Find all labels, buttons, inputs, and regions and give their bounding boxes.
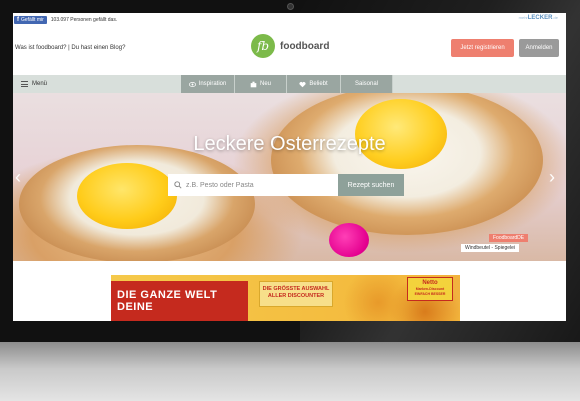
image-source-badge[interactable]: FoodboardDE [489,234,529,242]
facebook-icon: f [17,17,19,23]
hero-banner: ‹ › Leckere Osterrezepte z.B. Pesto oder… [13,93,566,261]
ad-area: DIE GANZE WELT DEINE DIE GRÖSSTE AUSWAHL… [13,261,566,321]
hero-easter-egg [329,223,369,257]
eye-icon [188,81,196,87]
login-button[interactable]: Anmelden [519,39,559,57]
partner-prefix: mehr [518,15,528,20]
hamburger-icon [21,81,28,87]
search-input[interactable]: z.B. Pesto oder Pasta [168,174,338,196]
desk-reflection [0,342,580,401]
partner-name: LECKER [527,15,553,21]
facebook-bar: f Gefällt mir 103.097 Personen gefällt d… [13,13,566,27]
carousel-next-icon[interactable]: › [549,167,555,188]
camera-icon [287,3,294,10]
netto-logo: Netto Marken-Discount EINFACH BESSER [407,277,453,301]
menu-button[interactable]: Menü [21,75,47,93]
ad-middle-text: DIE GRÖSSTE AUSWAHL ALLER DISCOUNTER [259,281,333,307]
header-links[interactable]: Was ist foodboard? | Du hast einen Blog? [15,45,125,51]
main-nav: Menü Inspiration Neu Beliebt Saisonal [13,75,566,93]
partner-suffix: .de [552,15,558,20]
netto-tag: EINFACH BESSER [414,292,446,296]
logo-mark-icon: fb [251,34,275,58]
device-photo: f Gefällt mir 103.097 Personen gefällt d… [0,0,580,401]
menu-label: Menü [32,81,48,87]
search-button[interactable]: Rezept suchen [338,174,404,196]
ad-headline-line1: DIE GANZE WELT [117,289,218,301]
register-button[interactable]: Jetzt registrieren [451,39,514,57]
search-placeholder: z.B. Pesto oder Pasta [186,181,254,189]
advertisement-banner[interactable]: DIE GANZE WELT DEINE DIE GRÖSSTE AUSWAHL… [111,275,460,321]
tab-label: Saisonal [354,81,378,87]
tab-label: Inspiration [198,81,227,87]
facebook-like-button[interactable]: f Gefällt mir [14,16,47,24]
logo-text: foodboard [280,40,330,52]
netto-brand: Netto [422,280,438,286]
tablet-bezel: f Gefällt mir 103.097 Personen gefällt d… [0,0,580,342]
tab-label: Neu [259,81,271,87]
recipe-search: z.B. Pesto oder Pasta Rezept suchen [168,174,404,196]
site-header: Was ist foodboard? | Du hast einen Blog?… [13,27,566,75]
tab-inspiration[interactable]: Inspiration [181,75,235,93]
tab-label: Beliebt [309,81,328,87]
browser-screen: f Gefällt mir 103.097 Personen gefällt d… [13,13,566,321]
facebook-like-label: Gefällt mir [21,17,44,23]
partner-logo[interactable]: mehrLECKER.de [519,15,558,21]
search-icon [174,181,182,189]
carousel-prev-icon[interactable]: ‹ [15,167,21,188]
tab-saisonal[interactable]: Saisonal [341,75,393,93]
foodboard-logo[interactable]: fb foodboard [251,34,329,58]
image-caption[interactable]: Windbeutel - Spiegelei [461,244,520,252]
netto-sub: Marken-Discount [415,287,445,291]
tab-neu[interactable]: Neu [235,75,287,93]
hero-yolk-left [77,163,177,229]
heart-icon [299,81,306,87]
ad-headline-line2: DEINE [117,301,154,313]
box-icon [250,81,257,87]
ad-headline: DIE GANZE WELT DEINE [111,281,248,321]
hero-title: Leckere Osterrezepte [193,133,386,155]
tab-beliebt[interactable]: Beliebt [287,75,341,93]
facebook-like-count: 103.097 Personen gefällt das. [50,17,118,23]
